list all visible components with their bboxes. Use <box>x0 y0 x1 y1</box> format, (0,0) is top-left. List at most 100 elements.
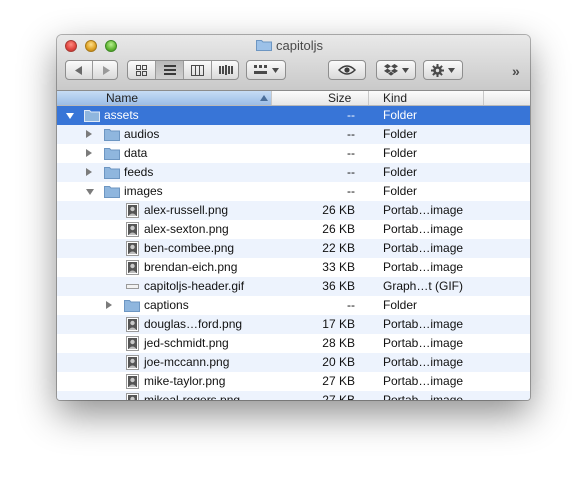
folder-icon <box>124 300 140 312</box>
file-row[interactable]: mikeal-rogers.png 27 KB Portab…image <box>57 391 530 400</box>
file-kind: Portab…image <box>383 336 464 350</box>
file-kind: Folder <box>383 146 418 160</box>
file-row[interactable]: jed-schmidt.png 28 KB Portab…image <box>57 334 530 353</box>
disclosure-triangle-open-icon[interactable] <box>86 189 94 195</box>
file-kind: Portab…image <box>383 374 464 388</box>
arrange-icon <box>253 65 267 74</box>
folder-icon <box>104 167 120 179</box>
column-view-button[interactable] <box>184 61 211 79</box>
file-kind: Portab…image <box>383 241 464 255</box>
file-name: brendan-eich.png <box>144 260 238 274</box>
sort-ascending-icon <box>260 95 268 101</box>
disclosure-triangle-closed-icon[interactable] <box>86 168 92 176</box>
file-size: 17 KB <box>322 317 355 331</box>
file-size: 27 KB <box>322 374 355 388</box>
file-name: capitoljs-header.gif <box>144 279 245 293</box>
disclosure-triangle-closed-icon[interactable] <box>86 149 92 157</box>
file-kind: Graph…t (GIF) <box>383 279 464 293</box>
file-name: mike-taylor.png <box>144 374 226 388</box>
file-row[interactable]: mike-taylor.png 27 KB Portab…image <box>57 372 530 391</box>
icon-view-button[interactable] <box>128 61 155 79</box>
png-file-icon <box>126 222 139 237</box>
chevron-down-icon <box>448 67 455 73</box>
size-column-header[interactable]: Size <box>272 91 368 105</box>
file-row[interactable]: feeds -- Folder <box>57 163 530 182</box>
file-name: mikeal-rogers.png <box>144 393 241 400</box>
png-file-icon <box>126 374 139 389</box>
file-size: 27 KB <box>322 393 355 400</box>
file-name: assets <box>104 108 139 122</box>
file-row[interactable]: captions -- Folder <box>57 296 530 315</box>
column-view-icon <box>191 64 204 76</box>
gif-file-icon <box>126 284 139 289</box>
back-button[interactable] <box>66 61 92 79</box>
file-name: audios <box>124 127 160 141</box>
png-file-icon <box>126 393 139 400</box>
coverflow-view-button[interactable] <box>212 61 239 79</box>
file-size: 28 KB <box>322 336 355 350</box>
file-size: 26 KB <box>322 203 355 217</box>
view-mode-control <box>127 60 239 80</box>
disclosure-triangle-open-icon[interactable] <box>66 113 74 119</box>
file-size: 33 KB <box>322 260 355 274</box>
file-row[interactable]: ben-combee.png 22 KB Portab…image <box>57 239 530 258</box>
file-row[interactable]: assets -- Folder <box>57 106 530 125</box>
file-row[interactable]: data -- Folder <box>57 144 530 163</box>
file-kind: Portab…image <box>383 393 464 400</box>
file-kind: Folder <box>383 184 418 198</box>
file-row[interactable]: alex-sexton.png 26 KB Portab…image <box>57 220 530 239</box>
back-icon <box>75 65 82 75</box>
disclosure-triangle-closed-icon[interactable] <box>106 301 112 309</box>
kind-column-label: Kind <box>383 91 408 105</box>
close-window-button[interactable] <box>65 40 77 52</box>
file-row[interactable]: images -- Folder <box>57 182 530 201</box>
forward-icon <box>102 65 110 75</box>
action-button[interactable] <box>423 60 463 80</box>
file-row[interactable]: audios -- Folder <box>57 125 530 144</box>
list-view-icon <box>163 65 176 75</box>
png-file-icon <box>126 241 139 256</box>
kind-column-header[interactable]: Kind <box>369 91 483 105</box>
png-file-icon <box>126 203 139 218</box>
icon-view-icon <box>136 64 147 76</box>
file-row[interactable]: capitoljs-header.gif 36 KB Graph…t (GIF) <box>57 277 530 296</box>
file-name: alex-russell.png <box>144 203 229 217</box>
arrange-button[interactable] <box>246 60 286 80</box>
toolbar-overflow-button[interactable]: » <box>512 63 520 79</box>
folder-icon <box>84 110 100 122</box>
file-kind: Portab…image <box>383 317 464 331</box>
toolbar: capitoljs » <box>57 35 530 91</box>
file-name: douglas…ford.png <box>144 317 243 331</box>
png-file-icon <box>126 336 139 351</box>
file-row[interactable]: joe-mccann.png 20 KB Portab…image <box>57 353 530 372</box>
name-column-header[interactable]: Name <box>57 91 271 105</box>
disclosure-triangle-closed-icon[interactable] <box>86 130 92 138</box>
list-view-button[interactable] <box>156 61 183 79</box>
zoom-window-button[interactable] <box>105 40 117 52</box>
forward-button[interactable] <box>93 61 118 79</box>
file-size: 26 KB <box>322 222 355 236</box>
file-name: joe-mccann.png <box>144 355 230 369</box>
dropbox-button[interactable] <box>376 60 416 80</box>
folder-icon <box>104 148 120 160</box>
file-name: feeds <box>124 165 154 179</box>
file-size: -- <box>347 146 355 160</box>
file-kind: Portab…image <box>383 355 464 369</box>
file-list: assets -- Folder audios -- Folder data -- Folder… <box>57 106 530 400</box>
file-size: -- <box>347 298 355 312</box>
file-size: -- <box>347 108 355 122</box>
file-size: 22 KB <box>322 241 355 255</box>
folder-icon <box>256 40 272 51</box>
quicklook-button[interactable] <box>328 60 366 80</box>
folder-icon <box>104 186 120 198</box>
file-row[interactable]: alex-russell.png 26 KB Portab…image <box>57 201 530 220</box>
name-column-label: Name <box>106 91 139 105</box>
file-size: 20 KB <box>322 355 355 369</box>
chevron-down-icon <box>271 67 279 73</box>
file-row[interactable]: douglas…ford.png 17 KB Portab…image <box>57 315 530 334</box>
file-name: alex-sexton.png <box>144 222 229 236</box>
file-name: ben-combee.png <box>144 241 235 255</box>
minimize-window-button[interactable] <box>85 40 97 52</box>
file-row[interactable]: brendan-eich.png 33 KB Portab…image <box>57 258 530 277</box>
file-name: data <box>124 146 148 160</box>
